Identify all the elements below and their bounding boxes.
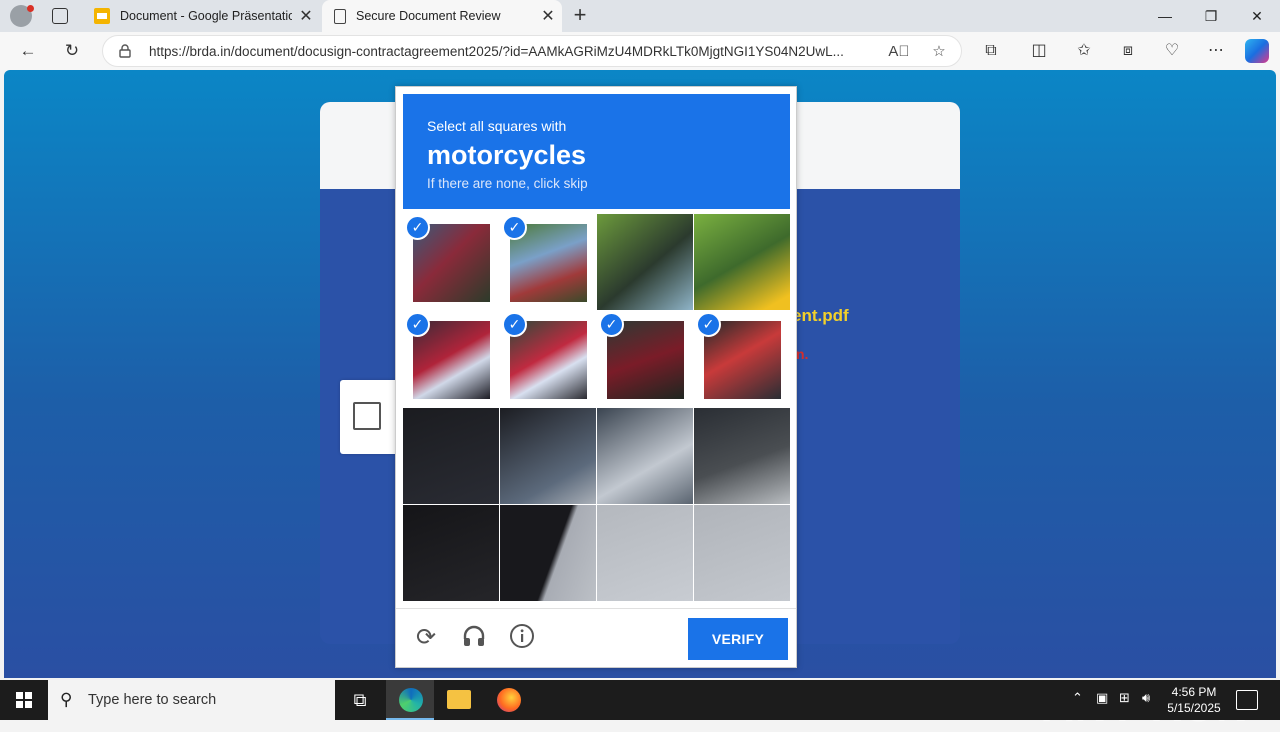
selected-check-icon: ✓ [599,312,624,337]
captcha-tile[interactable] [403,408,499,504]
captcha-tile[interactable] [597,505,693,601]
new-tab-button[interactable]: + [566,4,594,28]
captcha-tile[interactable] [597,214,693,310]
restore-button[interactable]: ❐ [1188,0,1234,32]
captcha-tile[interactable] [694,214,790,310]
captcha-tile-image [694,505,790,601]
tab-bar: Document - Google Präsentation ✕ Secure … [0,0,1280,32]
document-icon [334,8,346,24]
volume-icon[interactable]: 🔊︎ [1142,690,1150,706]
task-view-button[interactable]: ⧉ [336,680,384,720]
collections-icon[interactable]: ⧈ [1114,37,1142,65]
captcha-prompt-header: Select all squares with motorcycles If t… [403,94,790,209]
system-clock[interactable]: 4:56 PM 5/15/2025 [1162,684,1226,716]
close-tab-icon[interactable]: ✕ [292,6,320,26]
minimize-button[interactable]: — [1142,0,1188,32]
captcha-instruction: Select all squares with [427,118,567,134]
taskbar-search[interactable]: ⚲ Type here to search [48,680,335,720]
captcha-tile-image [403,408,499,504]
captcha-tile-image [597,505,693,601]
reload-icon[interactable]: ⟳ [411,623,441,653]
captcha-tile[interactable] [500,505,596,601]
read-aloud-icon[interactable]: A᪲ [887,40,911,64]
clock-time: 4:56 PM [1171,685,1217,699]
more-menu-icon[interactable]: ⋯ [1202,37,1230,65]
captcha-tile[interactable] [403,505,499,601]
taskbar-edge[interactable] [386,680,434,720]
tab-google-slides[interactable]: Document - Google Präsentation ✕ [84,0,320,32]
selected-check-icon: ✓ [405,215,430,240]
network-icon[interactable]: ⊞ [1119,690,1130,706]
captcha-tile-image [597,214,693,310]
verify-button[interactable]: VERIFY [688,618,788,660]
extensions-icon[interactable]: ⧉ [977,37,1005,65]
tab-actions-icon[interactable] [52,8,68,24]
edge-icon [399,688,423,712]
favorites-icon[interactable]: ✩ [1070,37,1098,65]
lock-icon[interactable] [119,44,131,58]
captcha-challenge: Select all squares with motorcycles If t… [395,86,797,668]
split-screen-icon[interactable]: ◫ [1025,37,1053,65]
start-button[interactable] [0,680,48,720]
taskbar-firefox[interactable] [484,680,532,720]
info-icon[interactable] [507,623,537,653]
captcha-checkbox[interactable] [353,402,381,430]
captcha-tile-image [597,408,693,504]
notifications-icon[interactable] [1236,690,1258,710]
search-placeholder: Type here to search [88,692,217,708]
captcha-tile[interactable] [500,408,596,504]
refresh-button[interactable]: ↻ [58,37,86,65]
audio-challenge-icon[interactable] [459,623,489,653]
navigation-bar: ← ↻ https://brda.in/document/docusign-co… [0,32,1280,70]
document-warning-text: n. [796,346,809,362]
captcha-tile[interactable] [694,505,790,601]
folder-icon [447,690,471,709]
captcha-tile[interactable] [694,408,790,504]
selected-check-icon: ✓ [405,312,430,337]
tab-secure-document-review[interactable]: Secure Document Review ✕ [322,0,562,32]
document-filename: ent.pdf [792,306,849,325]
close-tab-icon[interactable]: ✕ [534,6,562,26]
firefox-icon [497,688,521,712]
windows-logo-icon [16,692,32,708]
captcha-tile[interactable] [597,408,693,504]
taskbar-file-explorer[interactable] [434,680,482,720]
taskbar: ⚲ Type here to search ⧉ ⌃ ▣ ⊞ 🔊︎ 4:56 PM… [0,680,1280,720]
selected-check-icon: ✓ [502,215,527,240]
url-text[interactable]: https://brda.in/document/docusign-contra… [149,44,879,59]
captcha-tile-image [500,505,596,601]
captcha-footer: ⟳ VERIFY [396,608,796,668]
captcha-target-object: motorcycles [427,140,587,170]
favorite-star-icon[interactable]: ☆ [927,40,951,64]
selected-check-icon: ✓ [502,312,527,337]
show-hidden-icons-chevron-icon[interactable]: ⌃ [1072,690,1083,706]
copilot-icon[interactable] [1245,39,1269,63]
search-icon: ⚲ [60,690,73,709]
selected-check-icon: ✓ [696,312,721,337]
clock-date: 5/15/2025 [1167,701,1221,715]
captcha-checkbox-widget [340,380,398,454]
back-button[interactable]: ← [14,37,42,65]
device-icon[interactable]: ▣ [1096,690,1108,706]
google-slides-icon [94,8,110,24]
captcha-skip-hint: If there are none, click skip [427,176,588,191]
captcha-tile-image [694,408,790,504]
browser-essentials-icon[interactable]: ♡ [1158,37,1186,65]
tab-title: Document - Google Präsentation [120,9,292,23]
tab-title: Secure Document Review [356,9,501,23]
captcha-tile-image [403,505,499,601]
captcha-tile-image [500,408,596,504]
captcha-tile-image [694,214,790,310]
address-bar[interactable]: https://brda.in/document/docusign-contra… [102,35,962,67]
close-window-button[interactable]: ✕ [1234,0,1280,32]
profile-notification-dot [27,5,34,12]
